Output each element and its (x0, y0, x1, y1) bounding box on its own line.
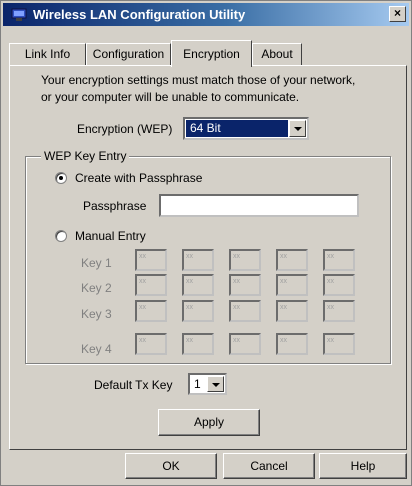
encryption-panel (9, 65, 407, 450)
close-button[interactable]: × (389, 6, 406, 22)
tab-label: Link Info (24, 47, 71, 61)
ok-label: OK (162, 459, 180, 473)
ok-button[interactable]: OK (125, 453, 217, 479)
help-button[interactable]: Help (319, 453, 407, 479)
window-title: Wireless LAN Configuration Utility (33, 7, 246, 22)
help-label: Help (350, 459, 376, 473)
tab-label: About (261, 47, 293, 61)
tab-label: Encryption (183, 47, 240, 61)
close-icon: × (393, 6, 401, 20)
dialog-window: Wireless LAN Configuration Utility × Lin… (0, 0, 412, 486)
tab-encryption[interactable]: Encryption (171, 40, 252, 67)
tab-label: Configuration (92, 47, 165, 61)
network-adapter-icon (11, 8, 27, 21)
cancel-label: Cancel (250, 459, 288, 473)
tab-link-info[interactable]: Link Info (9, 43, 86, 65)
tab-about[interactable]: About (252, 43, 302, 65)
tab-configuration[interactable]: Configuration (86, 43, 171, 65)
title-bar[interactable]: Wireless LAN Configuration Utility × (3, 3, 409, 26)
cancel-button[interactable]: Cancel (223, 453, 315, 479)
